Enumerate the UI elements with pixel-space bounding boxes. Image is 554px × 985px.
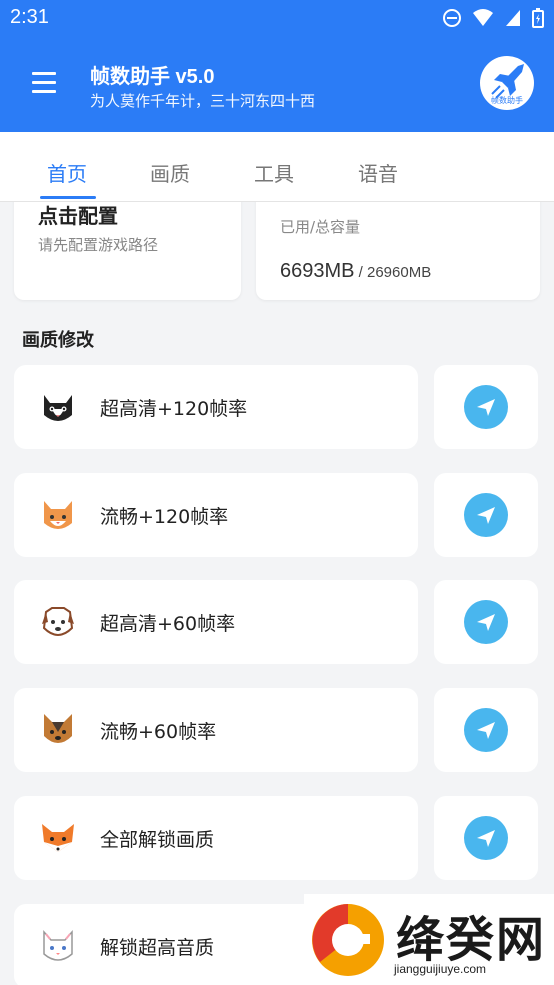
config-card[interactable]: 点击配置 请先配置游戏路径 — [14, 202, 241, 300]
send-button[interactable] — [434, 580, 538, 664]
app-title: 帧数助手 v5.0 — [90, 66, 215, 88]
tab-quality[interactable]: 画质 — [150, 158, 190, 187]
send-icon — [477, 507, 495, 524]
tab-voice[interactable]: 语音 — [358, 158, 398, 187]
dog-brown-icon — [42, 607, 74, 636]
send-icon — [477, 399, 495, 416]
option-row[interactable]: 超高清+120帧率 — [14, 365, 418, 449]
option-row[interactable]: 流畅+60帧率 — [14, 688, 418, 772]
send-icon — [477, 722, 495, 739]
option-label: 超高清+60帧率 — [100, 613, 236, 635]
storage-label: 已用/总容量 — [280, 218, 361, 236]
option-label: 超高清+120帧率 — [100, 398, 248, 420]
main-content[interactable]: 点击配置 请先配置游戏路径 已用/总容量 6693MB / 26960MB 画质… — [0, 202, 554, 985]
status-time: 2:31 — [10, 6, 49, 28]
storage-card: 已用/总容量 6693MB / 26960MB — [256, 202, 540, 300]
send-button[interactable] — [434, 473, 538, 557]
app-bar: 帧数助手 v5.0 为人莫作千年计，三十河东四十西 帧数助手 — [0, 38, 554, 132]
option-row[interactable]: 流畅+120帧率 — [14, 473, 418, 557]
do-not-disturb-icon — [443, 9, 461, 27]
option-row[interactable]: 全部解锁画质 — [14, 796, 418, 880]
status-icons — [442, 8, 544, 28]
app-subtitle: 为人莫作千年计，三十河东四十西 — [90, 92, 316, 110]
signal-icon — [506, 10, 520, 26]
option-label: 全部解锁画质 — [100, 829, 215, 851]
option-label: 解锁超高音质 — [100, 937, 215, 959]
storage-used: 6693MB — [280, 260, 355, 282]
app-logo[interactable]: 帧数助手 — [480, 56, 534, 110]
wifi-icon — [473, 9, 493, 26]
config-title: 点击配置 — [38, 204, 118, 228]
battery-icon — [532, 8, 544, 28]
send-button[interactable] — [434, 688, 538, 772]
fox-icon — [42, 824, 74, 852]
dog-yorkie-icon — [44, 714, 72, 743]
send-button[interactable] — [434, 796, 538, 880]
menu-button[interactable] — [32, 72, 56, 94]
storage-total: / 26960MB — [354, 264, 432, 281]
send-icon — [477, 614, 495, 631]
tab-tools[interactable]: 工具 — [254, 158, 294, 187]
watermark: 绛癸网 jiangguijiuye.com — [304, 894, 554, 985]
option-row[interactable]: 超高清+60帧率 — [14, 580, 418, 664]
cat-black-white-icon — [44, 395, 72, 421]
option-label: 流畅+60帧率 — [100, 721, 217, 743]
watermark-logo-icon — [312, 904, 384, 976]
section-title: 画质修改 — [22, 330, 94, 351]
watermark-url: jiangguijiuye.com — [394, 962, 487, 976]
config-subtitle: 请先配置游戏路径 — [38, 236, 159, 254]
cat-white-icon — [43, 930, 73, 961]
logo-caption: 帧数助手 — [491, 96, 523, 105]
watermark-text: 绛癸网 — [396, 912, 547, 968]
storage-usage: 6693MB / 26960MB — [280, 260, 431, 283]
status-bar: 2:31 — [0, 0, 554, 38]
option-label: 流畅+120帧率 — [100, 506, 229, 528]
send-icon — [477, 830, 495, 847]
send-button[interactable] — [434, 365, 538, 449]
tab-home[interactable]: 首页 — [47, 158, 87, 187]
cat-orange-icon — [44, 501, 72, 529]
tab-bar: 首页 画质 工具 语音 — [0, 132, 554, 202]
tab-indicator — [40, 196, 96, 199]
